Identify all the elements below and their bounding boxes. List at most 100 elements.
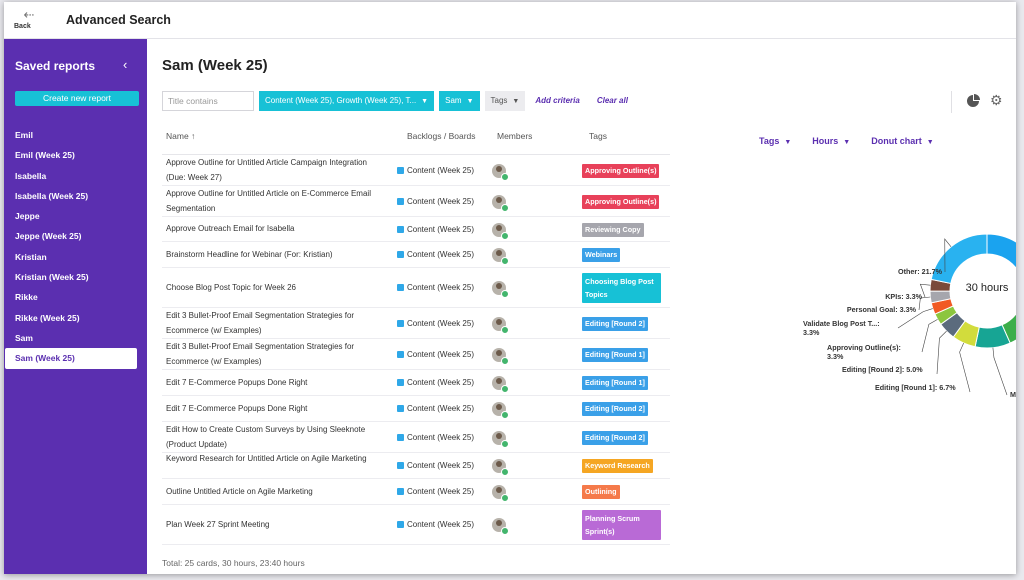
card-name[interactable]: Edit 7 E-Commerce Popups Done Right [166,376,386,391]
title-contains-input[interactable]: Title contains [162,91,254,111]
tag-badge: Approving Outline(s) [582,194,660,209]
table-row[interactable]: Edit How to Create Custom Surveys by Usi… [162,422,670,453]
card-name[interactable]: Edit 7 E-Commerce Popups Done Right [166,402,386,417]
avatar[interactable] [492,222,509,240]
card-board-label: Content (Week 25) [407,224,474,234]
card-board-label: Content (Week 25) [407,283,474,292]
sidebar-item[interactable]: Rikke (Week 25) [4,308,147,328]
board-icon [397,251,404,258]
saved-reports-list: Emil Emil (Week 25) Isabella Isabella (Week… [4,125,147,369]
donut-slice[interactable] [930,233,988,285]
card-name[interactable]: Outline Untitled Article on Agile Market… [166,485,386,500]
avatar[interactable] [492,248,509,265]
tag-badge: Planning Scrum Sprint(s) [582,510,661,540]
member-filter-chip[interactable]: Sam ▼ [439,91,480,111]
avatar-head [496,520,502,526]
avatar[interactable] [492,518,509,535]
gear-icon[interactable]: ⚙ [990,93,1003,107]
back-button[interactable]: ⇠ Back [14,8,44,30]
sidebar-item[interactable]: Isabella [4,166,147,186]
card-name[interactable]: Brainstorm Headline for Webinar (For: Kr… [166,248,386,263]
column-header-name[interactable]: Name ↑ [166,131,195,141]
chevron-left-icon[interactable]: ‹ [123,57,127,72]
sidebar-item[interactable]: Jeppe [4,206,147,226]
card-name[interactable]: Plan Week 27 Sprint Meeting [166,518,386,533]
avatar[interactable] [492,347,509,365]
table-row[interactable]: Approve Outline for Untitled Article Cam… [162,155,670,186]
app-window: ⇠ Back Advanced Search Saved reports ‹ C… [4,2,1016,574]
table-row[interactable]: Edit 7 E-Commerce Popups Done Right Conte… [162,370,670,396]
card-board: Content (Week 25) [397,461,474,470]
table-row[interactable]: Approve Outreach Email for Isabella Conte… [162,217,670,242]
column-header-members[interactable]: Members [497,131,532,141]
card-name[interactable]: Edit 3 Bullet-Proof Email Segmentation S… [166,309,386,338]
sidebar-item[interactable]: Sam (Week 25) [5,348,137,369]
donut-leader-line [992,347,1008,396]
avatar[interactable] [492,316,509,334]
table-row[interactable]: Plan Week 27 Sprint Meeting Content (Week… [162,505,670,545]
board-icon [397,350,404,358]
avatar[interactable] [492,376,509,393]
tag-badge: Reviewing Copy [582,222,644,237]
board-icon [397,284,404,291]
group-by-dropdown[interactable]: Tags ▼ [759,136,791,146]
avatar[interactable] [492,402,509,419]
tag-badge: Choosing Blog Post Topics [582,273,661,303]
sidebar-item[interactable]: Jeppe (Week 25) [4,226,147,246]
card-name[interactable]: Keyword Research for Untitled Article on… [166,452,386,467]
table-row[interactable]: Outline Untitled Article on Agile Market… [162,479,670,505]
card-name[interactable]: Choose Blog Post Topic for Week 26 [166,281,386,296]
column-header-boards[interactable]: Backlogs / Boards [407,131,476,141]
avatar[interactable] [492,194,509,212]
card-board-label: Content (Week 25) [407,487,474,496]
add-criteria-link[interactable]: Add criteria [535,91,579,111]
table-row[interactable]: Keyword Research for Untitled Article on… [162,453,670,479]
sidebar-item[interactable]: Sam [4,328,147,348]
avatar[interactable] [492,281,509,298]
card-name[interactable]: Approve Outline for Untitled Article on … [166,187,386,216]
board-icon [397,405,404,412]
table-row[interactable]: Edit 3 Bullet-Proof Email Segmentation S… [162,339,670,370]
table-row[interactable]: Approve Outline for Untitled Article on … [162,186,670,217]
card-name[interactable]: Edit 3 Bullet-Proof Email Segmentation S… [166,340,386,369]
card-name[interactable]: Edit How to Create Custom Surveys by Usi… [166,423,386,452]
boards-filter-chip[interactable]: Content (Week 25), Growth (Week 25), T..… [259,91,435,111]
avatar[interactable] [492,430,509,448]
clear-all-link[interactable]: Clear all [597,91,628,111]
donut-slice[interactable] [986,233,1016,280]
chart-type-dropdown[interactable]: Donut chart ▼ [871,136,933,146]
avatar[interactable] [492,163,509,181]
tags-filter-chip[interactable]: Tags ▼ [484,91,526,111]
table-row[interactable]: Brainstorm Headline for Webinar (For: Kr… [162,242,670,268]
tag-badge: Editing [Round 1] [582,347,648,362]
sidebar-item[interactable]: Rikke [4,287,147,307]
measure-dropdown[interactable]: Hours ▼ [812,136,850,146]
card-board: Content (Week 25) [397,250,474,259]
table-row[interactable]: Edit 7 E-Commerce Popups Done Right Conte… [162,396,670,422]
pie-chart-icon[interactable] [966,94,980,108]
group-by-label: Tags [759,136,780,146]
sidebar-item[interactable]: Emil (Week 25) [4,145,147,165]
sidebar-item[interactable]: Kristian (Week 25) [4,267,147,287]
avatar[interactable] [492,485,509,502]
card-name[interactable]: Approve Outline for Untitled Article Cam… [166,156,386,185]
tag-badge: Keyword Research [582,459,653,473]
card-board-label: Content (Week 25) [407,520,474,529]
sidebar-item[interactable]: Emil [4,125,147,145]
table-row[interactable]: Edit 3 Bullet-Proof Email Segmentation S… [162,308,670,339]
avatar[interactable] [492,459,509,476]
create-new-report-button[interactable]: Create new report [15,91,139,106]
donut-slice-label: KPIs: 3.3% [885,292,922,301]
caret-down-icon: ▼ [421,98,429,105]
app-title: Advanced Search [66,13,171,27]
card-board: Content (Week 25) [397,433,474,442]
table-row[interactable]: Choose Blog Post Topic for Week 26 Conten… [162,268,670,308]
tags-filter-label: Tags [490,96,508,105]
card-name[interactable]: Approve Outreach Email for Isabella [166,222,386,237]
board-icon [397,166,404,174]
sidebar-item[interactable]: Kristian [4,247,147,267]
sidebar-item[interactable]: Isabella (Week 25) [4,186,147,206]
column-header-tags[interactable]: Tags [589,131,607,141]
sidebar: Saved reports ‹ Create new report Emil Em… [4,39,147,574]
board-icon [397,462,404,469]
